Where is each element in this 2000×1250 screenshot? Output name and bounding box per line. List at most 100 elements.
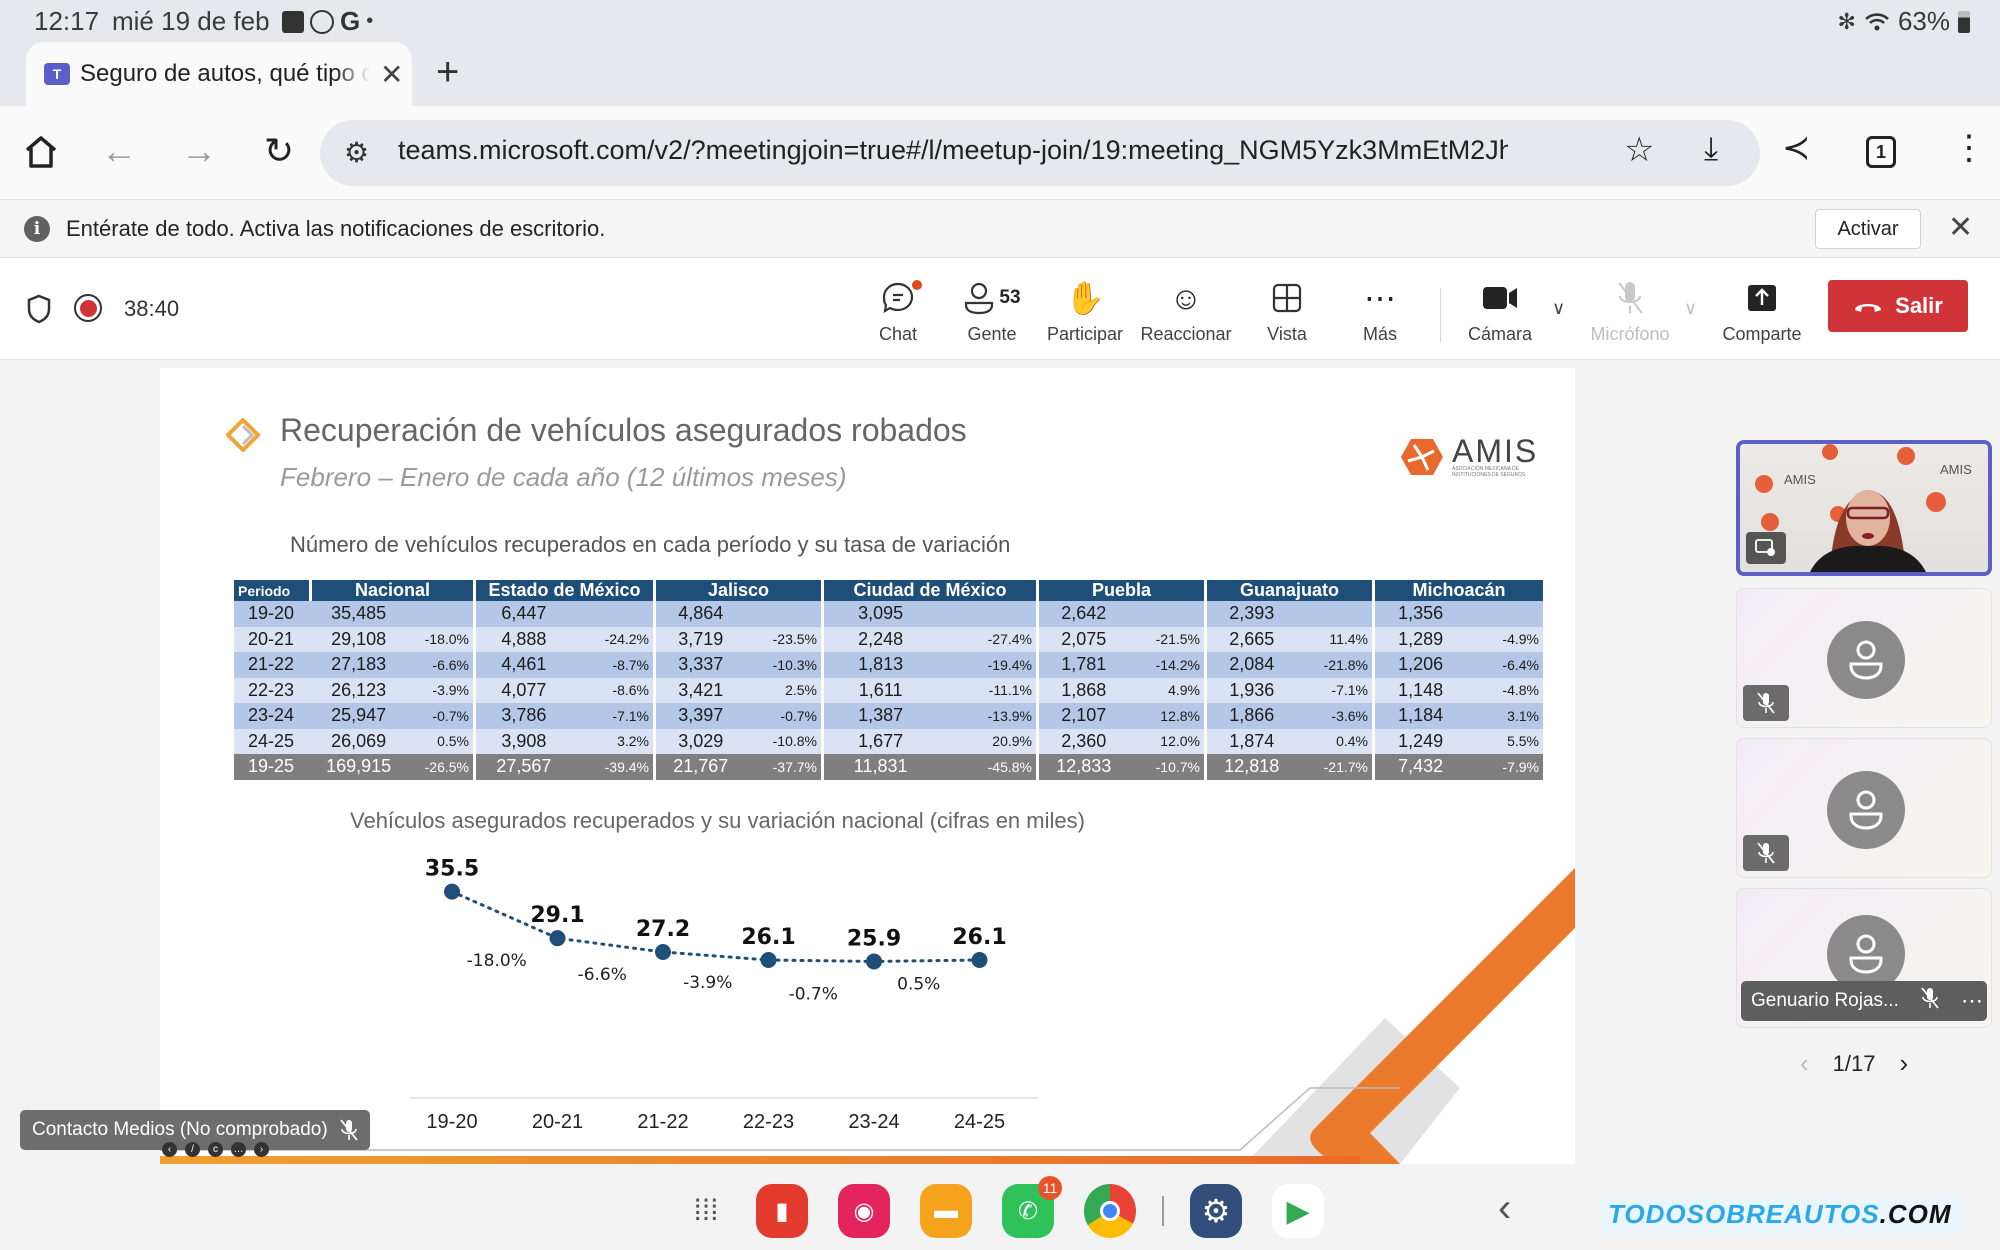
people-button[interactable]: 53 Gente	[942, 276, 1042, 345]
bookmark-star-icon[interactable]: ☆	[1624, 130, 1654, 170]
app-dock: ⁞⁞⁞ ▮ ◉ ▬ ✆ 11 ⚙ ▶ ‹ TODOSOBREAUTOS .COM	[0, 1172, 2000, 1250]
x-tick-label: 20-21	[532, 1111, 583, 1133]
microphone-button[interactable]: Micrófono	[1580, 276, 1680, 345]
camera-app-icon[interactable]: ◉	[838, 1184, 890, 1238]
x-tick-label: 22-23	[743, 1111, 794, 1133]
avatar	[1827, 621, 1905, 699]
data-point	[444, 883, 460, 900]
next-page-icon[interactable]: ›	[1900, 1048, 1909, 1079]
person-icon	[1849, 640, 1883, 680]
participant-tile-genuario[interactable]: Genuario Rojas... ⋯	[1736, 888, 1992, 1028]
participant-tile-video[interactable]: AMIS AMIS	[1736, 440, 1992, 576]
close-tab-icon[interactable]: ✕	[380, 58, 403, 91]
avatar	[1827, 771, 1905, 849]
react-button[interactable]: ☺ Reaccionar	[1136, 276, 1236, 345]
browser-tab-active[interactable]: T Seguro de autos, qué tipo de ✕	[26, 42, 412, 106]
participant-tile[interactable]	[1736, 588, 1992, 728]
activate-notifications-button[interactable]: Activar	[1815, 209, 1921, 249]
value-label: 35.5	[425, 857, 479, 882]
mic-options-chevron-icon[interactable]: ∨	[1684, 298, 1697, 319]
download-icon[interactable]: ⤓	[1704, 130, 1718, 168]
unread-dot	[912, 280, 922, 290]
captions-icon[interactable]: c	[208, 1142, 223, 1157]
share-button[interactable]: Comparte	[1712, 276, 1812, 345]
raise-hand-button[interactable]: ✋ Participar	[1035, 276, 1135, 345]
browser-toolbar: ← → ↻ ⚙ teams.microsoft.com/v2/?meetingj…	[0, 106, 2000, 200]
home-icon[interactable]	[18, 134, 64, 170]
more-icon: ⋯	[1364, 280, 1396, 316]
whatsapp-app-icon[interactable]: ✆ 11	[1002, 1176, 1062, 1238]
slide-controls: ‹ / c … ›	[162, 1142, 269, 1157]
pin-spotlight-icon[interactable]	[1746, 532, 1786, 564]
next-slide-icon[interactable]: ›	[254, 1142, 269, 1157]
mic-off-icon	[1743, 835, 1789, 871]
hand-icon: ✋	[1065, 280, 1105, 316]
notification-banner: i Entérate de todo. Activa las notificac…	[0, 200, 2000, 258]
clock: 12:17	[34, 6, 100, 36]
variation-label: 0.5%	[897, 974, 940, 994]
share-icon[interactable]: ≺	[1782, 128, 1811, 168]
files-app-icon[interactable]: ▬	[920, 1184, 972, 1238]
play-store-app-icon[interactable]: ▶	[1272, 1184, 1324, 1238]
notification-message: Entérate de todo. Activa las notificacio…	[66, 216, 606, 241]
meeting-toolbar: 38:40 Chat 53 Gente ✋ Participar ☺ Reacc…	[0, 258, 2000, 360]
app-drawer-icon[interactable]: ⁞⁞⁞	[680, 1184, 732, 1238]
new-tab-button[interactable]: +	[436, 50, 459, 95]
chat-button[interactable]: Chat	[848, 276, 948, 345]
slide-more-icon[interactable]: …	[231, 1142, 246, 1157]
more-button[interactable]: ⋯ Más	[1330, 276, 1430, 345]
slide-bottom-bar	[160, 1156, 1360, 1164]
decor-orange-stripe	[1310, 868, 1575, 1164]
value-label: 25.9	[847, 926, 901, 951]
shield-icon	[27, 294, 51, 324]
svg-text:AMIS: AMIS	[1940, 462, 1972, 477]
settings-app-icon[interactable]: ⚙	[1190, 1184, 1242, 1238]
system-icons: ✻ 63%	[1838, 6, 1970, 37]
variation-label: -6.6%	[578, 965, 627, 985]
menu-kebab-icon[interactable]: ⋮	[1952, 128, 1986, 168]
prev-page-icon[interactable]: ‹	[1800, 1048, 1809, 1079]
back-icon[interactable]: ←	[96, 130, 142, 172]
variation-label: -3.9%	[683, 973, 732, 993]
whatsapp-icon	[310, 9, 334, 34]
view-button[interactable]: Vista	[1237, 276, 1337, 345]
person-icon	[1849, 790, 1883, 830]
tab-switcher-button[interactable]: 1	[1866, 136, 1896, 168]
pen-icon[interactable]: /	[185, 1142, 200, 1157]
google-icon: G	[340, 6, 361, 36]
camera-options-chevron-icon[interactable]: ∨	[1552, 298, 1565, 319]
value-label: 26.1	[952, 925, 1006, 950]
participant-pager: ‹ 1/17 ›	[1800, 1048, 1908, 1079]
x-tick-label: 24-25	[954, 1111, 1005, 1133]
variation-label: -0.7%	[789, 984, 838, 1004]
info-icon: i	[24, 216, 50, 242]
reload-icon[interactable]: ↻	[256, 130, 302, 172]
prev-slide-icon[interactable]: ‹	[162, 1142, 177, 1157]
battery-percent: 63%	[1897, 6, 1950, 36]
x-tick-label: 21-22	[637, 1111, 688, 1133]
participant-tile[interactable]	[1736, 738, 1992, 878]
shared-slide: Recuperación de vehículos asegurados rob…	[160, 368, 1575, 1164]
chrome-app-icon[interactable]	[1084, 1184, 1136, 1238]
site-settings-icon[interactable]: ⚙	[344, 136, 369, 169]
back-nav-icon[interactable]: ‹	[1498, 1186, 1511, 1231]
mic-off-icon	[1615, 276, 1645, 320]
address-bar[interactable]: ⚙ teams.microsoft.com/v2/?meetingjoin=tr…	[320, 120, 1760, 186]
notes-app-icon[interactable]: ▮	[756, 1184, 808, 1238]
whatsapp-badge: 11	[1038, 1176, 1062, 1200]
participant-more-icon[interactable]: ⋯	[1961, 988, 1983, 1014]
participant-name: Genuario Rojas...	[1751, 990, 1899, 1011]
camera-button[interactable]: Cámara	[1450, 276, 1550, 345]
mic-off-icon	[1921, 987, 1939, 1015]
people-count: 53	[999, 287, 1021, 308]
close-banner-icon[interactable]: ✕	[1948, 210, 1973, 245]
url-text[interactable]: teams.microsoft.com/v2/?meetingjoin=true…	[398, 135, 1508, 166]
battery-icon	[1958, 10, 1970, 33]
meeting-stage: Recuperación de vehículos asegurados rob…	[0, 360, 2000, 1172]
svg-text:AMIS: AMIS	[1784, 472, 1816, 487]
data-point	[971, 952, 988, 968]
wifi-icon	[1865, 12, 1889, 30]
forward-icon[interactable]: →	[176, 130, 222, 172]
leave-meeting-button[interactable]: Salir	[1828, 280, 1968, 332]
toolbar-divider	[1440, 288, 1441, 342]
